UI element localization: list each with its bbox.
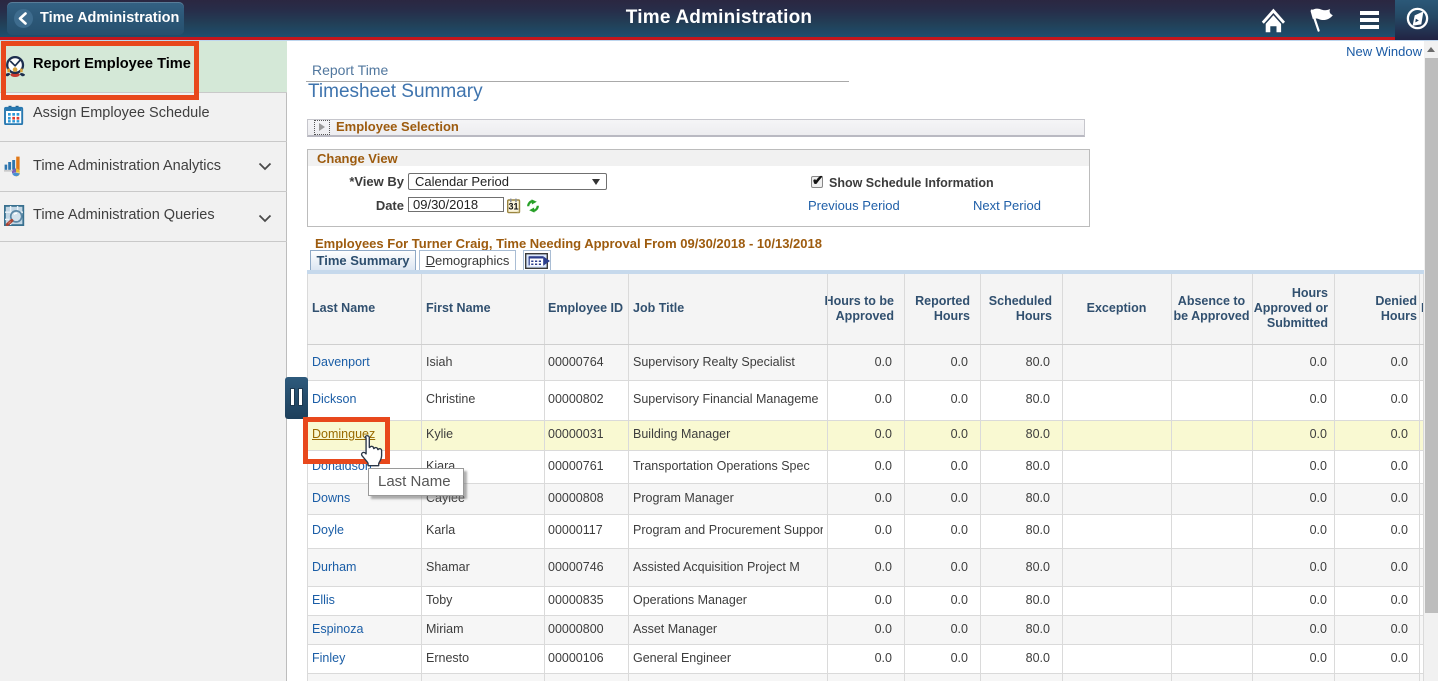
svg-text:31: 31 (508, 202, 518, 212)
